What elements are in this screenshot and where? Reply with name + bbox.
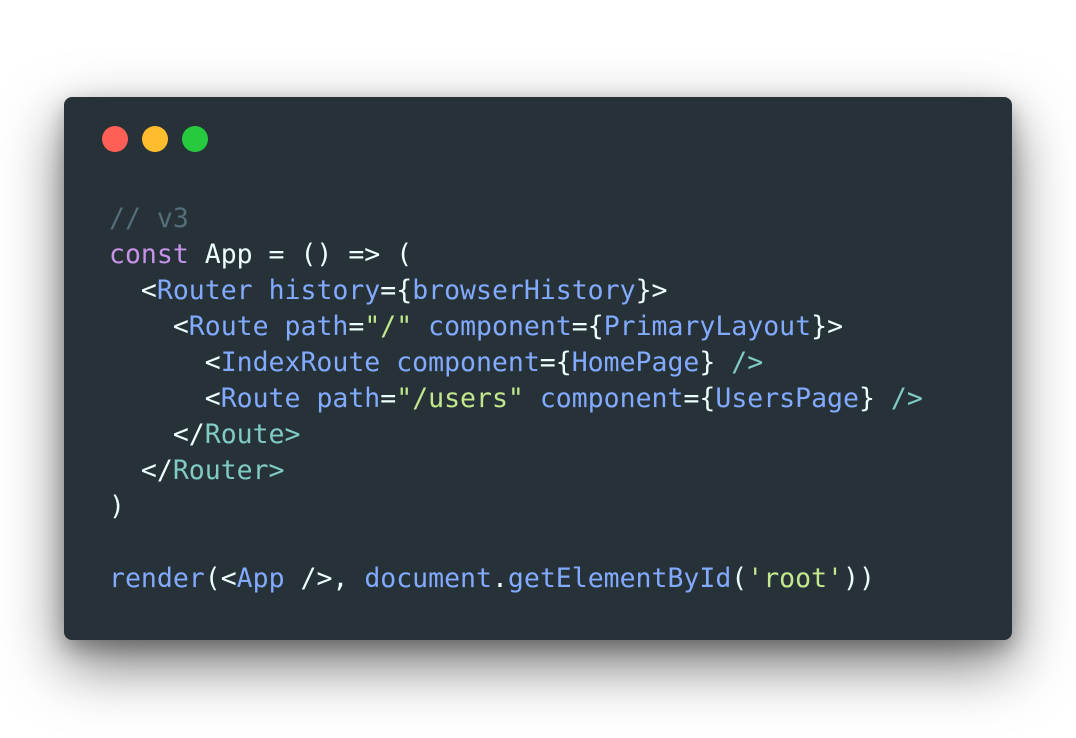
code-token: "/" <box>364 311 413 342</box>
code-token: } <box>699 347 732 378</box>
code-token: component <box>428 311 572 342</box>
code-token: "/users" <box>396 383 524 414</box>
code-token: < <box>109 275 157 306</box>
code-token: Router> <box>172 455 285 486</box>
code-token: )) <box>843 563 875 594</box>
code-token: Route> <box>204 419 301 450</box>
code-line: <Route path="/" component={PrimaryLayout… <box>109 309 923 345</box>
code-token: /> <box>731 347 764 378</box>
code-token: App = () => ( <box>188 239 413 270</box>
code-token: component <box>539 383 684 414</box>
maximize-button[interactable] <box>182 126 208 152</box>
code-token: }> <box>635 275 668 306</box>
code-token: Route <box>220 383 301 414</box>
code-token: Router <box>156 275 253 306</box>
code-line: render(<App />, document.getElementById(… <box>109 561 923 597</box>
code-token: const <box>109 239 189 270</box>
code-token: </ <box>109 419 205 450</box>
code-line: ) <box>109 489 923 525</box>
code-token: /> <box>890 383 923 414</box>
code-token: (< <box>204 563 237 594</box>
code-token: < <box>109 347 221 378</box>
code-token: document <box>364 563 492 594</box>
window-controls <box>102 126 208 152</box>
code-token: }> <box>811 311 844 342</box>
code-token: />, <box>284 563 365 594</box>
code-token: ={ <box>539 347 572 378</box>
code-line: // v3 <box>109 201 923 237</box>
code-window: // v3 const App = () => ( <Router history… <box>64 97 1012 640</box>
code-token: path <box>284 311 349 342</box>
code-token: 'root' <box>747 563 843 594</box>
code-line: const App = () => ( <box>109 237 923 273</box>
minimize-button[interactable] <box>142 126 168 152</box>
code-token: path <box>316 383 381 414</box>
code-token: ={ <box>571 311 604 342</box>
code-token: App <box>236 563 285 594</box>
code-token: IndexRoute <box>220 347 381 378</box>
code-line: </Router> <box>109 453 923 489</box>
code-token: < <box>109 383 221 414</box>
code-token: browserHistory <box>412 275 636 306</box>
code-token: } <box>858 383 891 414</box>
code-token: // v3 <box>109 203 189 234</box>
code-token: ( <box>731 563 748 594</box>
code-token: ={ <box>683 383 716 414</box>
code-token: Route <box>188 311 269 342</box>
code-token: . <box>491 563 508 594</box>
code-token: = <box>348 311 365 342</box>
code-block: // v3 const App = () => ( <Router history… <box>109 201 923 597</box>
code-token: = <box>380 383 397 414</box>
code-token: ={ <box>380 275 413 306</box>
code-token: getElementById <box>507 563 732 594</box>
code-line: <Router history={browserHistory}> <box>109 273 923 309</box>
code-line: </Route> <box>109 417 923 453</box>
close-button[interactable] <box>102 126 128 152</box>
code-token: UsersPage <box>715 383 859 414</box>
code-token: </ <box>109 455 173 486</box>
code-token: render <box>109 563 205 594</box>
code-line: <IndexRoute component={HomePage} /> <box>109 345 923 381</box>
code-token: HomePage <box>571 347 700 378</box>
code-line: <Route path="/users" component={UsersPag… <box>109 381 923 417</box>
code-token: ) <box>109 491 125 522</box>
code-token: < <box>109 311 189 342</box>
code-token: history <box>268 275 381 306</box>
code-token: component <box>396 347 540 378</box>
code-token: PrimaryLayout <box>603 311 812 342</box>
